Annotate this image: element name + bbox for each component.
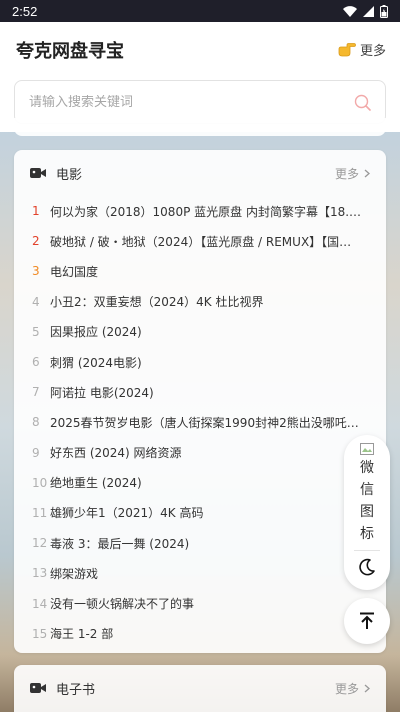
movie-title: 阿诺拉 电影(2024) — [50, 385, 154, 400]
app-header: 夸克网盘寻宝 更多 — [0, 22, 400, 132]
movie-list-item[interactable]: 8 2025春节贺岁电影（唐人街探案1990封神2熊出没哪吒… — [32, 407, 368, 437]
video-camera-icon — [30, 168, 46, 178]
rank-number: 15 — [32, 626, 48, 641]
movie-title: 破地狱 / 破・地狱（2024）【蓝光原盘 / REMUX】【国… — [50, 234, 352, 249]
ebook-card-title: 电子书 — [56, 682, 96, 698]
movie-card-title: 电影 — [56, 167, 83, 183]
movie-title: 刺猬 (2024电影) — [50, 355, 142, 370]
ebook-card: 电子书 更多 — [14, 665, 386, 712]
chevron-right-icon — [364, 169, 370, 177]
movie-list-item[interactable]: 15 海王 1-2 部 — [32, 619, 368, 649]
movie-list-item[interactable]: 6 刺猬 (2024电影) — [32, 347, 368, 377]
video-camera-icon — [30, 683, 46, 693]
movie-title: 雄狮少年1（2021）4K 高码 — [50, 506, 204, 521]
moon-icon[interactable] — [358, 558, 376, 576]
movie-title: 海王 1-2 部 — [50, 627, 114, 642]
status-bar: 2:52 — [0, 0, 400, 22]
wifi-icon — [343, 5, 357, 17]
ebook-more-button[interactable]: 更多 — [335, 680, 370, 697]
search-input[interactable] — [29, 94, 354, 110]
movie-title: 好东西 (2024) 网络资源 — [50, 446, 182, 461]
more-top-label: 更多 — [359, 44, 386, 59]
rank-number: 2 — [32, 234, 40, 249]
ebook-card-header: 电子书 更多 — [14, 665, 386, 711]
movie-more-button[interactable]: 更多 — [335, 165, 370, 182]
back-to-top-button[interactable] — [344, 598, 390, 644]
movie-title: 何以为家（2018）1080P 蓝光原盘 内封简繁字幕【18.… — [50, 204, 362, 219]
movie-title: 2025春节贺岁电影（唐人街探案1990封神2熊出没哪吒… — [50, 415, 359, 430]
rank-number: 11 — [32, 505, 48, 520]
rank-number: 6 — [32, 355, 40, 370]
tools-divider — [354, 550, 380, 551]
rank-number: 7 — [32, 385, 40, 400]
movie-list-item[interactable]: 14 没有一顿火锅解决不了的事 — [32, 588, 368, 618]
movie-list-item[interactable]: 2 破地狱 / 破・地狱（2024）【蓝光原盘 / REMUX】【国… — [32, 226, 368, 256]
rank-number: 14 — [32, 596, 48, 611]
movie-title: 电幻国度 — [50, 264, 99, 279]
status-time: 2:52 — [12, 3, 38, 19]
rank-number: 13 — [32, 566, 48, 581]
movie-list: 1 何以为家（2018）1080P 蓝光原盘 内封简繁字幕【18.… 2 破地狱 / … — [14, 196, 386, 649]
movie-title: 小丑2：双重妄想（2024）4K 杜比视界 — [50, 295, 264, 310]
movie-list-item[interactable]: 5 因果报应 (2024) — [32, 317, 368, 347]
movie-list-item[interactable]: 1 何以为家（2018）1080P 蓝光原盘 内封简繁字幕【18.… — [32, 196, 368, 226]
rank-number: 12 — [32, 536, 48, 551]
floating-tools: 微信图标 — [344, 435, 390, 590]
movie-list-item[interactable]: 3 电幻国度 — [32, 256, 368, 286]
more-top-button[interactable]: 更多 — [338, 40, 386, 59]
movie-list-item[interactable]: 10 绝地重生 (2024) — [32, 468, 368, 498]
movie-card: 电影 更多 1 何以为家（2018）1080P 蓝光原盘 内封简繁字幕【18.… 2… — [14, 150, 386, 653]
movie-list-item[interactable]: 7 阿诺拉 电影(2024) — [32, 377, 368, 407]
status-icons — [343, 4, 388, 18]
rank-number: 10 — [32, 475, 48, 490]
wechat-image-alt[interactable]: 微信图标 — [357, 457, 377, 545]
movie-title: 因果报应 (2024) — [50, 325, 142, 340]
signal-icon — [363, 5, 374, 17]
rank-number: 1 — [32, 204, 40, 219]
rank-number: 5 — [32, 324, 40, 339]
movie-list-item[interactable]: 4 小丑2：双重妄想（2024）4K 杜比视界 — [32, 287, 368, 317]
movie-title: 绝地重生 (2024) — [50, 476, 142, 491]
movie-title: 绑架游戏 — [50, 566, 99, 581]
rank-number: 9 — [32, 445, 40, 460]
movie-list-item[interactable]: 9 好东西 (2024) 网络资源 — [32, 438, 368, 468]
movie-title: 毒液 3：最后一舞 (2024) — [50, 536, 190, 551]
pointing-hand-icon — [338, 42, 356, 56]
movie-more-label: 更多 — [334, 166, 359, 181]
rank-number: 3 — [32, 264, 40, 279]
app-title: 夸克网盘寻宝 — [16, 41, 124, 62]
broken-image-icon — [360, 443, 374, 455]
movie-card-header: 电影 更多 — [14, 150, 386, 196]
battery-icon — [380, 4, 388, 18]
rank-number: 8 — [32, 415, 40, 430]
chevron-right-icon — [364, 684, 370, 692]
ebook-more-label: 更多 — [334, 681, 359, 696]
movie-title: 没有一顿火锅解决不了的事 — [50, 597, 195, 612]
movie-list-item[interactable]: 12 毒液 3：最后一舞 (2024) — [32, 528, 368, 558]
rank-number: 4 — [32, 294, 40, 309]
movie-list-item[interactable]: 13 绑架游戏 — [32, 558, 368, 588]
movie-list-item[interactable]: 11 雄狮少年1（2021）4K 高码 — [32, 498, 368, 528]
search-icon[interactable] — [354, 94, 371, 111]
previous-card-edge — [14, 118, 386, 136]
arrow-to-top-icon — [360, 612, 374, 629]
